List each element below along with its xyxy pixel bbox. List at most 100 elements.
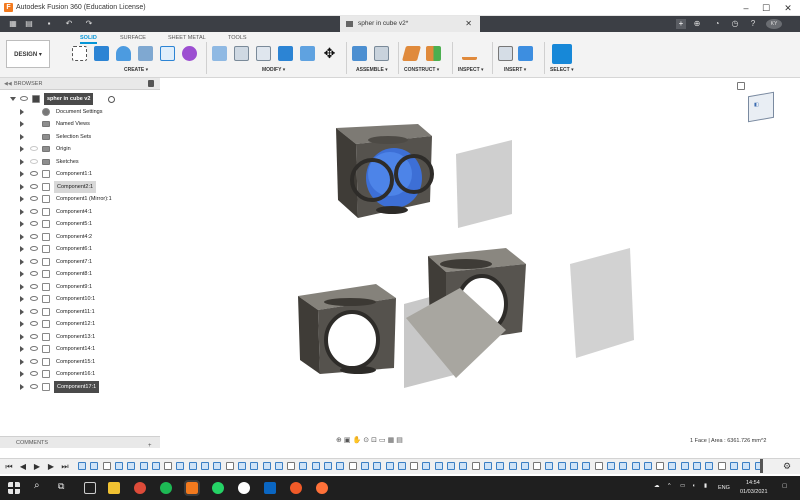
pan-icon[interactable]: ✋ [353, 437, 364, 444]
timeline-feature-icon[interactable] [631, 462, 640, 470]
visibility-eye-icon[interactable] [30, 233, 38, 239]
fit-icon[interactable]: ⊡ [371, 437, 379, 444]
timeline-feature-icon[interactable] [643, 462, 652, 470]
form-icon[interactable] [182, 46, 197, 61]
task-view-icon[interactable]: ⧉ [58, 481, 64, 492]
timeline-feature-icon[interactable] [373, 462, 382, 470]
timeline-feature-icon[interactable] [274, 462, 283, 470]
browser-node[interactable]: Selection Sets [20, 131, 160, 143]
fillet-icon[interactable] [234, 46, 249, 61]
browser-node[interactable]: Component15:1 [20, 356, 160, 368]
display-settings-icon[interactable]: ▭ [379, 437, 388, 444]
start-icon[interactable] [8, 482, 20, 494]
go-to-end-icon[interactable]: ⏭ [60, 462, 70, 471]
expand-arrow-icon[interactable] [20, 183, 24, 190]
timeline-feature-icon[interactable] [287, 462, 296, 470]
close-tab-icon[interactable]: ✕ [465, 16, 472, 32]
play-icon[interactable]: ▶ [32, 462, 42, 471]
press-pull-icon[interactable] [212, 46, 227, 61]
timeline-feature-icon[interactable] [594, 462, 603, 470]
timeline-feature-icon[interactable] [139, 462, 148, 470]
visibility-eye-icon[interactable] [30, 383, 38, 389]
whatsapp-icon[interactable] [212, 482, 224, 494]
midplane-icon[interactable] [426, 46, 441, 61]
browser-node[interactable]: Component14:1 [20, 343, 160, 355]
orbit-icon[interactable]: ⊕ [336, 437, 344, 444]
expand-arrow-icon[interactable] [20, 308, 24, 315]
app-orange-icon[interactable] [290, 482, 302, 494]
chrome-icon[interactable] [134, 482, 146, 494]
select-menu[interactable]: SELECT ▾ [550, 67, 574, 73]
spotify-icon[interactable] [160, 482, 172, 494]
collapse-browser-icon[interactable]: ◀◀ [4, 81, 12, 87]
visibility-eye-icon[interactable] [30, 196, 38, 201]
data-panel-icon[interactable]: ▦ [8, 19, 18, 29]
file-explorer-icon[interactable] [108, 482, 120, 494]
outlook-icon[interactable] [264, 482, 276, 494]
visibility-eye-icon[interactable] [30, 183, 38, 189]
browser-node[interactable]: Component7:1 [20, 256, 160, 268]
timeline-feature-icon[interactable] [459, 462, 468, 470]
insert-derive-icon[interactable] [498, 46, 513, 61]
viewports-icon[interactable]: ▤ [396, 437, 405, 444]
timeline-feature-icon[interactable] [705, 462, 714, 470]
visibility-eye-icon[interactable] [30, 158, 38, 164]
timeline-feature-icon[interactable] [619, 462, 628, 470]
hole-icon[interactable] [138, 46, 153, 61]
timeline-feature-icon[interactable] [102, 462, 111, 470]
construct-menu[interactable]: CONSTRUCT ▾ [404, 67, 439, 73]
timeline-feature-icon[interactable] [324, 462, 332, 470]
timeline-feature-icon[interactable] [606, 462, 615, 470]
grid-icon[interactable]: ▦ [388, 437, 397, 444]
clock-date[interactable]: 01/03/2021 [740, 489, 768, 495]
timeline-feature-icon[interactable] [508, 462, 517, 470]
close-button[interactable]: ✕ [778, 2, 798, 14]
browser-node[interactable]: Component2:1 [20, 180, 160, 193]
job-status-icon[interactable]: ◔ [712, 19, 722, 29]
extensions-icon[interactable]: ⊕ [692, 19, 702, 29]
activate-radio-icon[interactable] [108, 96, 115, 103]
network-icon[interactable]: ▭ [680, 483, 685, 489]
timeline-settings-icon[interactable]: ⚙ [782, 462, 792, 471]
browser-node[interactable]: Component11:1 [20, 306, 160, 318]
timeline-feature-icon[interactable] [496, 462, 505, 470]
expand-arrow-icon[interactable] [20, 208, 24, 215]
timeline-feature-icon[interactable] [262, 462, 271, 470]
browser-node[interactable]: Component12:1 [20, 318, 160, 330]
timeline-feature-icon[interactable] [114, 462, 123, 470]
browser-node[interactable]: Component6:1 [20, 243, 160, 255]
visibility-eye-icon[interactable] [30, 271, 38, 276]
timeline-feature-icon[interactable] [668, 462, 677, 470]
tray-chevron-icon[interactable]: ^ [668, 483, 671, 489]
timeline-feature-icon[interactable] [225, 462, 234, 470]
search-icon[interactable]: ⌕ [34, 480, 40, 491]
timeline-feature-icon[interactable] [410, 462, 419, 470]
workspace-switcher[interactable]: DESIGN ▾ [6, 40, 50, 68]
timeline-feature-icon[interactable] [717, 462, 726, 470]
expand-arrow-icon[interactable] [20, 196, 24, 202]
expand-arrow-icon[interactable] [20, 158, 24, 165]
clock-time[interactable]: 14:54 [746, 480, 760, 486]
insert-canvas-icon[interactable] [518, 46, 533, 61]
timeline-feature-icon[interactable] [483, 462, 492, 470]
visibility-eye-icon[interactable] [30, 321, 38, 326]
visibility-eye-icon[interactable] [30, 146, 38, 151]
expand-arrow-icon[interactable] [20, 358, 24, 365]
timeline-feature-icon[interactable] [582, 462, 591, 470]
expand-arrow-icon[interactable] [20, 271, 24, 277]
expand-arrow-icon[interactable] [20, 121, 24, 127]
redo-icon[interactable]: ↷ [84, 19, 94, 29]
expand-arrow-icon[interactable] [20, 258, 24, 265]
canvas-viewport[interactable]: ◧ [160, 78, 800, 448]
visibility-eye-icon[interactable] [30, 296, 38, 301]
timeline-feature-icon[interactable] [127, 462, 136, 470]
visibility-eye-icon[interactable] [30, 246, 38, 251]
app-circle-icon[interactable] [238, 482, 250, 494]
visibility-eye-icon[interactable] [30, 258, 38, 264]
create-menu[interactable]: CREATE ▾ [124, 67, 148, 73]
browser-node[interactable]: Component1 (Mirror):1 [20, 193, 160, 205]
tab-tools[interactable]: TOOLS [228, 35, 247, 41]
file-menu-icon[interactable]: ▤ [24, 19, 34, 29]
timeline-feature-icon[interactable] [434, 462, 443, 470]
maximize-button[interactable]: ☐ [756, 2, 776, 14]
